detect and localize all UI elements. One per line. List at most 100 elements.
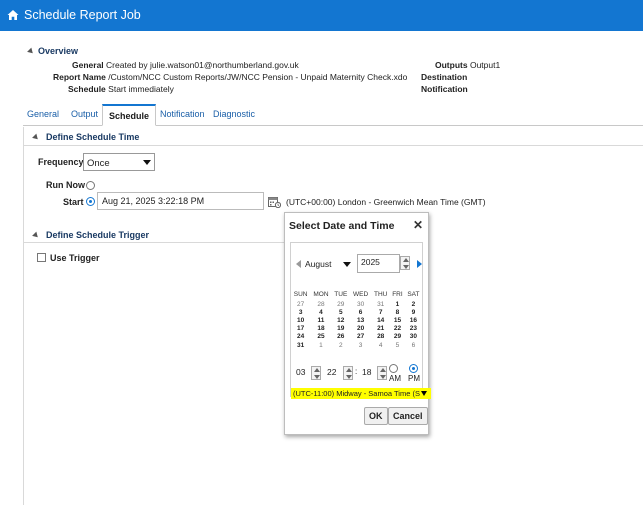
second-spinner[interactable] [377,366,387,380]
next-month-icon[interactable] [417,260,422,268]
hour-spinner[interactable] [311,366,321,380]
tab-general[interactable]: General [27,109,59,119]
schedule-trigger-section-header[interactable]: Define Schedule Trigger [32,230,149,240]
pm-radio[interactable] [409,364,418,373]
weekday-label: SUN [293,291,308,298]
calendar-day[interactable]: 27 [350,333,371,341]
month-value: August [305,259,332,269]
calendar-day[interactable]: 4 [371,341,390,349]
calendar-day[interactable]: 27 [291,300,310,308]
tab-bar: General Output Schedule Notification Dia… [23,104,643,126]
timezone-select[interactable]: (UTC-11:00) Midway - Samoa Time (S [291,388,431,399]
calendar-day[interactable]: 26 [332,333,350,341]
calendar-day[interactable]: 2 [332,341,350,349]
calendar-day[interactable]: 6 [350,308,371,316]
calendar-day[interactable]: 4 [310,308,331,316]
calendar-day[interactable]: 30 [405,333,422,341]
calendar-day[interactable]: 7 [371,308,390,316]
calendar-day[interactable]: 10 [291,316,310,324]
calendar-day[interactable]: 2 [405,300,422,308]
tab-diagnostic[interactable]: Diagnostic [213,109,255,119]
calendar-day[interactable]: 3 [350,341,371,349]
calendar-day[interactable]: 30 [350,300,371,308]
report-name-value: /Custom/NCC Custom Reports/JW/NCC Pensio… [108,72,408,82]
schedule-time-heading: Define Schedule Time [46,132,140,142]
calendar-day[interactable]: 11 [310,316,331,324]
collapse-triangle-icon[interactable] [32,133,40,142]
chevron-down-icon [143,160,151,165]
run-now-radio[interactable] [86,181,95,190]
overview-section-header[interactable]: Overview [27,46,78,56]
calendar-day[interactable]: 28 [310,300,331,308]
general-value: Created by julie.watson01@northumberland… [106,60,299,70]
start-datetime-value: Aug 21, 2025 3:22:18 PM [102,196,205,206]
calendar-icon[interactable] [268,196,281,208]
schedule-label: Schedule [68,84,106,94]
calendar-day[interactable]: 20 [350,325,371,333]
calendar-day[interactable]: 18 [310,325,331,333]
calendar-day[interactable]: 28 [371,333,390,341]
frequency-value: Once [87,158,110,169]
minute-spinner[interactable] [343,366,353,380]
tab-schedule[interactable]: Schedule [102,104,157,126]
year-field[interactable]: 2025 [357,254,400,273]
calendar-day[interactable]: 5 [390,341,405,349]
calendar-day[interactable]: 31 [291,341,310,349]
year-spinner[interactable] [400,256,410,270]
hour-field[interactable]: 03 [293,365,309,381]
calendar-day[interactable]: 23 [405,325,422,333]
start-label: Start [63,197,84,207]
home-icon[interactable] [7,9,19,21]
calendar-day[interactable]: 15 [390,316,405,324]
calendar-day[interactable]: 16 [405,316,422,324]
dialog-title: Select Date and Time [289,220,395,232]
month-select[interactable]: August [303,257,353,271]
cancel-button[interactable]: Cancel [388,407,428,425]
calendar-day[interactable]: 29 [332,300,350,308]
calendar-day[interactable]: 19 [332,325,350,333]
outputs-label: Outputs [435,60,468,70]
start-datetime-input[interactable]: Aug 21, 2025 3:22:18 PM [97,192,264,210]
calendar-day[interactable]: 25 [310,333,331,341]
calendar-day[interactable]: 1 [390,300,405,308]
previous-month-icon[interactable] [296,260,301,268]
weekday-label: SAT [407,291,420,298]
minute-field[interactable]: 22 [324,365,340,381]
calendar-day[interactable]: 21 [371,325,390,333]
collapse-triangle-icon[interactable] [27,47,35,56]
minute-value: 22 [327,367,337,377]
section-divider [24,242,284,243]
am-radio[interactable] [389,364,398,373]
calendar-week-row: 31 1 2 3 4 5 6 [291,341,422,349]
weekday-label: THU [374,291,388,298]
overview-notification-row: Notification [421,84,468,94]
ok-button[interactable]: OK [364,407,388,425]
calendar-day[interactable]: 17 [291,325,310,333]
calendar-day[interactable]: 24 [291,333,310,341]
weekday-header-row: SUN MON TUE WED THU FRI SAT [291,289,422,300]
close-icon[interactable]: ✕ [413,218,423,232]
calendar-week-row: 24 25 26 27 28 29 30 [291,333,422,341]
calendar-day[interactable]: 9 [405,308,422,316]
year-value: 2025 [361,257,380,267]
frequency-select[interactable]: Once [83,153,155,171]
calendar-day[interactable]: 5 [332,308,350,316]
calendar-day[interactable]: 22 [390,325,405,333]
start-radio[interactable] [86,197,95,206]
weekday-label: FRI [392,291,403,298]
calendar-day[interactable]: 31 [371,300,390,308]
schedule-time-section-header[interactable]: Define Schedule Time [32,132,140,142]
collapse-triangle-icon[interactable] [32,231,40,240]
calendar-day[interactable]: 12 [332,316,350,324]
second-field[interactable]: 18 [359,365,375,381]
calendar-day[interactable]: 3 [291,308,310,316]
calendar-day[interactable]: 8 [390,308,405,316]
calendar-day[interactable]: 29 [390,333,405,341]
calendar-day[interactable]: 14 [371,316,390,324]
calendar-day[interactable]: 1 [310,341,331,349]
tab-notification[interactable]: Notification [160,109,205,119]
tab-output[interactable]: Output [71,109,98,119]
calendar-day[interactable]: 6 [405,341,422,349]
use-trigger-checkbox[interactable] [37,253,46,262]
calendar-day[interactable]: 13 [350,316,371,324]
